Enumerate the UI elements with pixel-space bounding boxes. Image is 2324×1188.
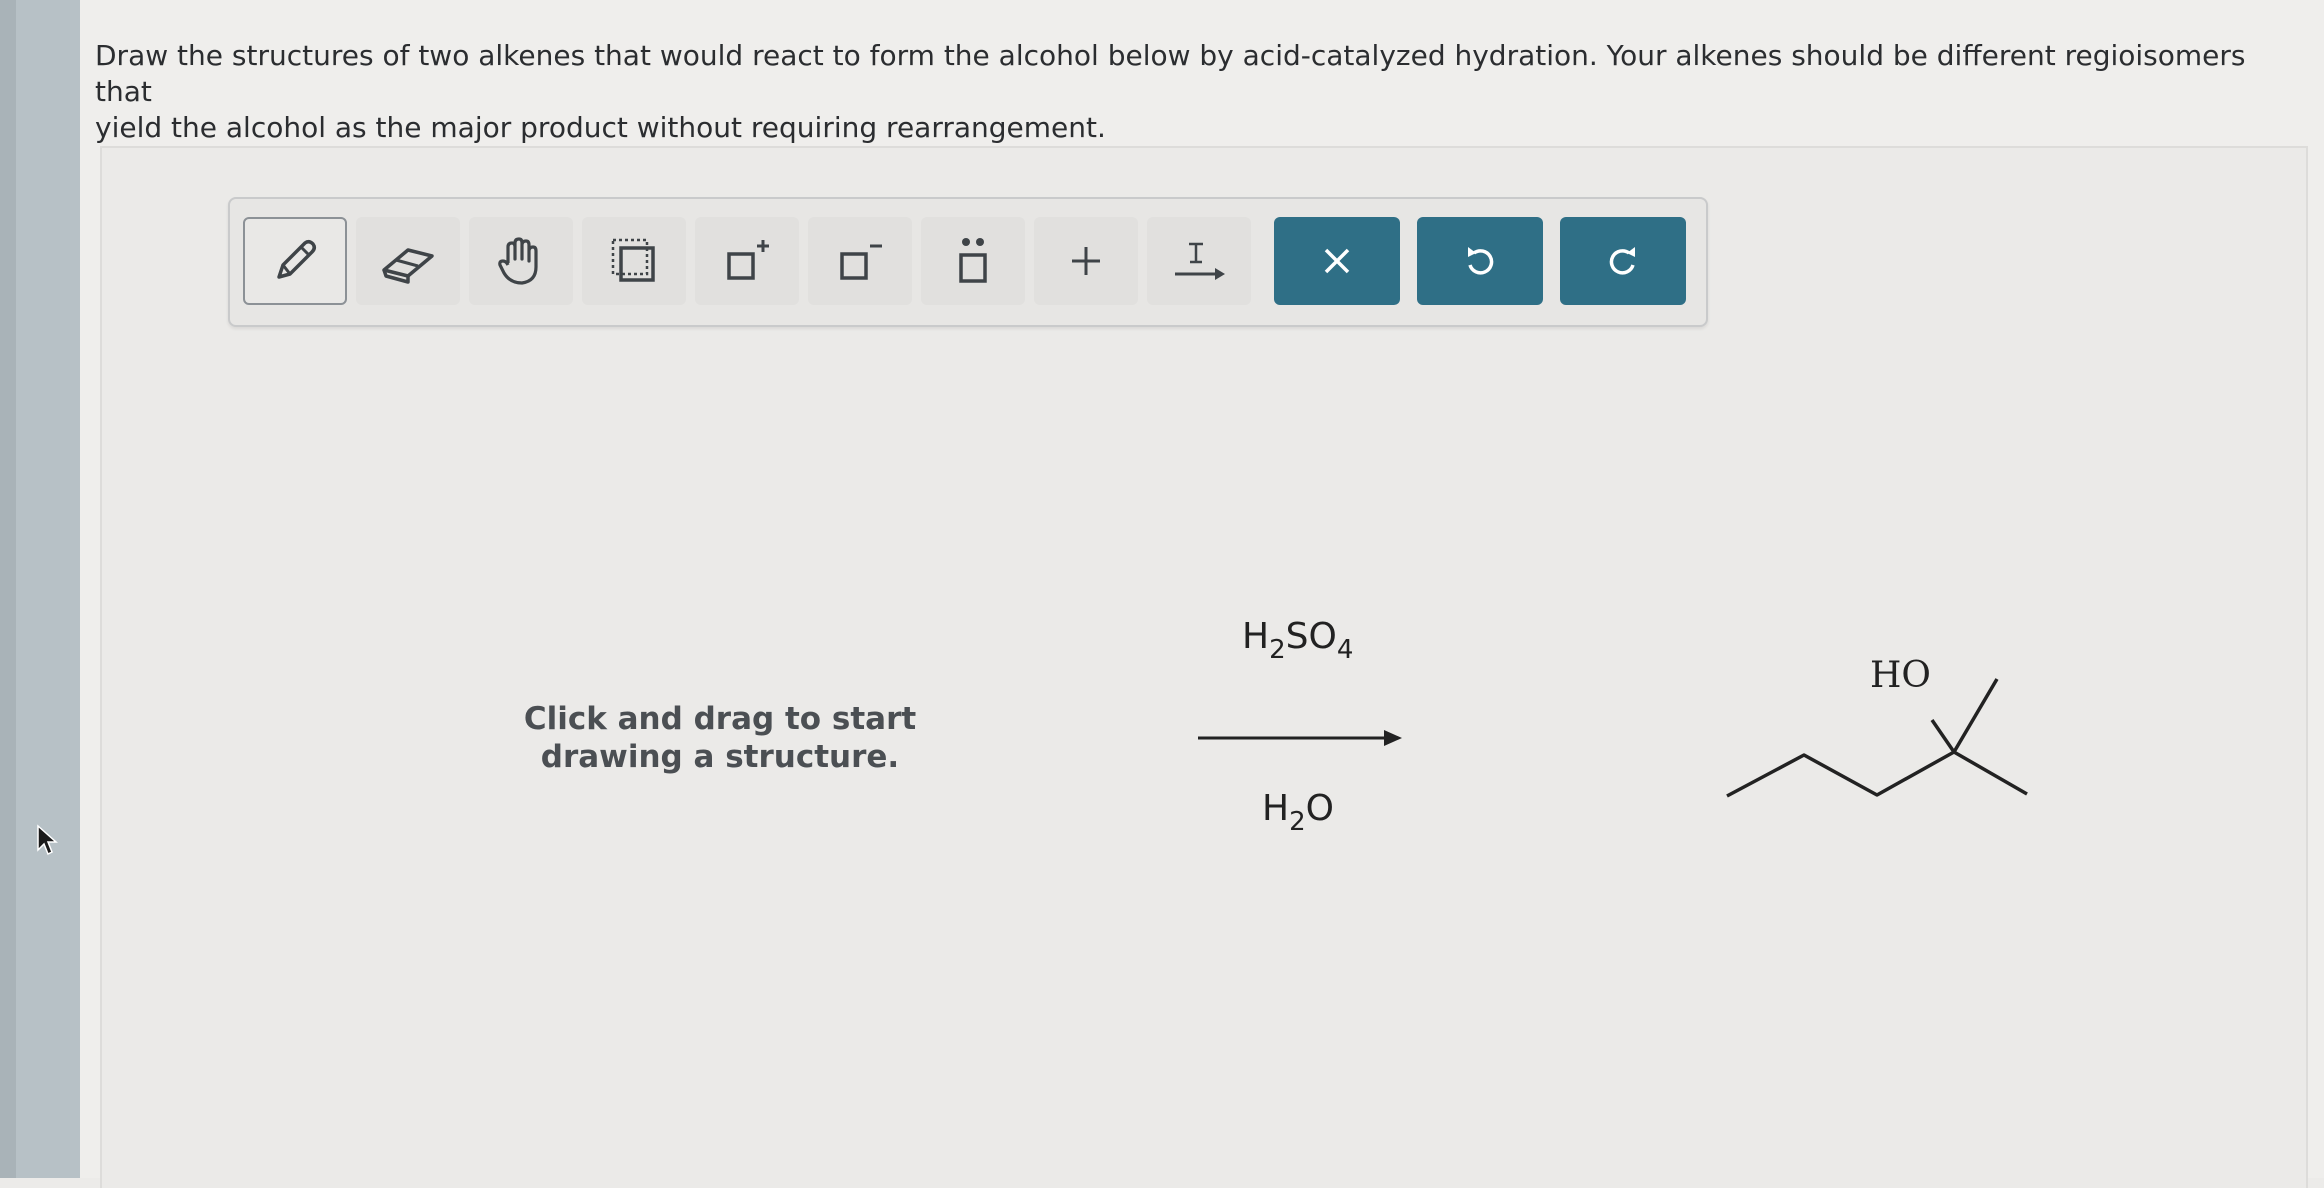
window-edge [0,0,16,1178]
selection-icon [611,238,655,282]
charge-minus-icon [840,244,882,280]
text-arrow-tool-button[interactable] [1147,217,1251,305]
draw-tool-button[interactable] [243,217,347,305]
undo-button[interactable] [1417,217,1543,305]
question-text: Draw the structures of two alkenes that … [95,38,2285,146]
hint-line-1: Click and drag to start [523,701,917,737]
product-structure [1726,678,2028,798]
negative-charge-tool-button[interactable] [808,217,912,305]
reagent-top-h: H [1242,616,1270,657]
canvas-hint: Click and drag to start drawing a struct… [520,700,920,776]
lone-pair-icon [959,238,987,283]
clear-button[interactable] [1274,217,1400,305]
reagent-top: H2SO4 [1242,616,1353,665]
reagent-bottom-sub1: 2 [1289,807,1306,837]
reaction-arrow [1198,730,1402,746]
lone-pair-tool-button[interactable] [921,217,1025,305]
question-line-1: Draw the structures of two alkenes that … [95,39,2246,108]
left-sidebar [16,0,86,1178]
x-icon [1324,248,1350,274]
undo-icon [1468,247,1494,275]
question-line-2: yield the alcohol as the major product w… [95,111,1106,144]
positive-charge-tool-button[interactable] [695,217,799,305]
select-tool-button[interactable] [582,217,686,305]
reagent-bottom: H2O [1262,788,1334,837]
reagent-top-sub1: 2 [1269,635,1286,665]
text-arrow-icon [1175,242,1225,280]
drawing-toolbar [228,197,1708,327]
plus-icon [1072,247,1100,275]
mouse-cursor [37,824,58,856]
add-tool-button[interactable] [1034,217,1138,305]
redo-button[interactable] [1560,217,1686,305]
pan-tool-button[interactable] [469,217,573,305]
hint-line-2: drawing a structure. [540,739,900,775]
erase-tool-button[interactable] [356,217,460,305]
pencil-icon [277,239,317,279]
reagent-bottom-o: O [1305,788,1334,829]
reagent-top-so: SO [1285,616,1337,657]
reagent-bottom-h: H [1262,788,1290,829]
redo-icon [1609,247,1635,275]
eraser-icon [382,248,434,284]
reagent-top-sub2: 4 [1336,635,1354,665]
charge-plus-icon [727,240,769,280]
hand-icon [498,237,538,285]
